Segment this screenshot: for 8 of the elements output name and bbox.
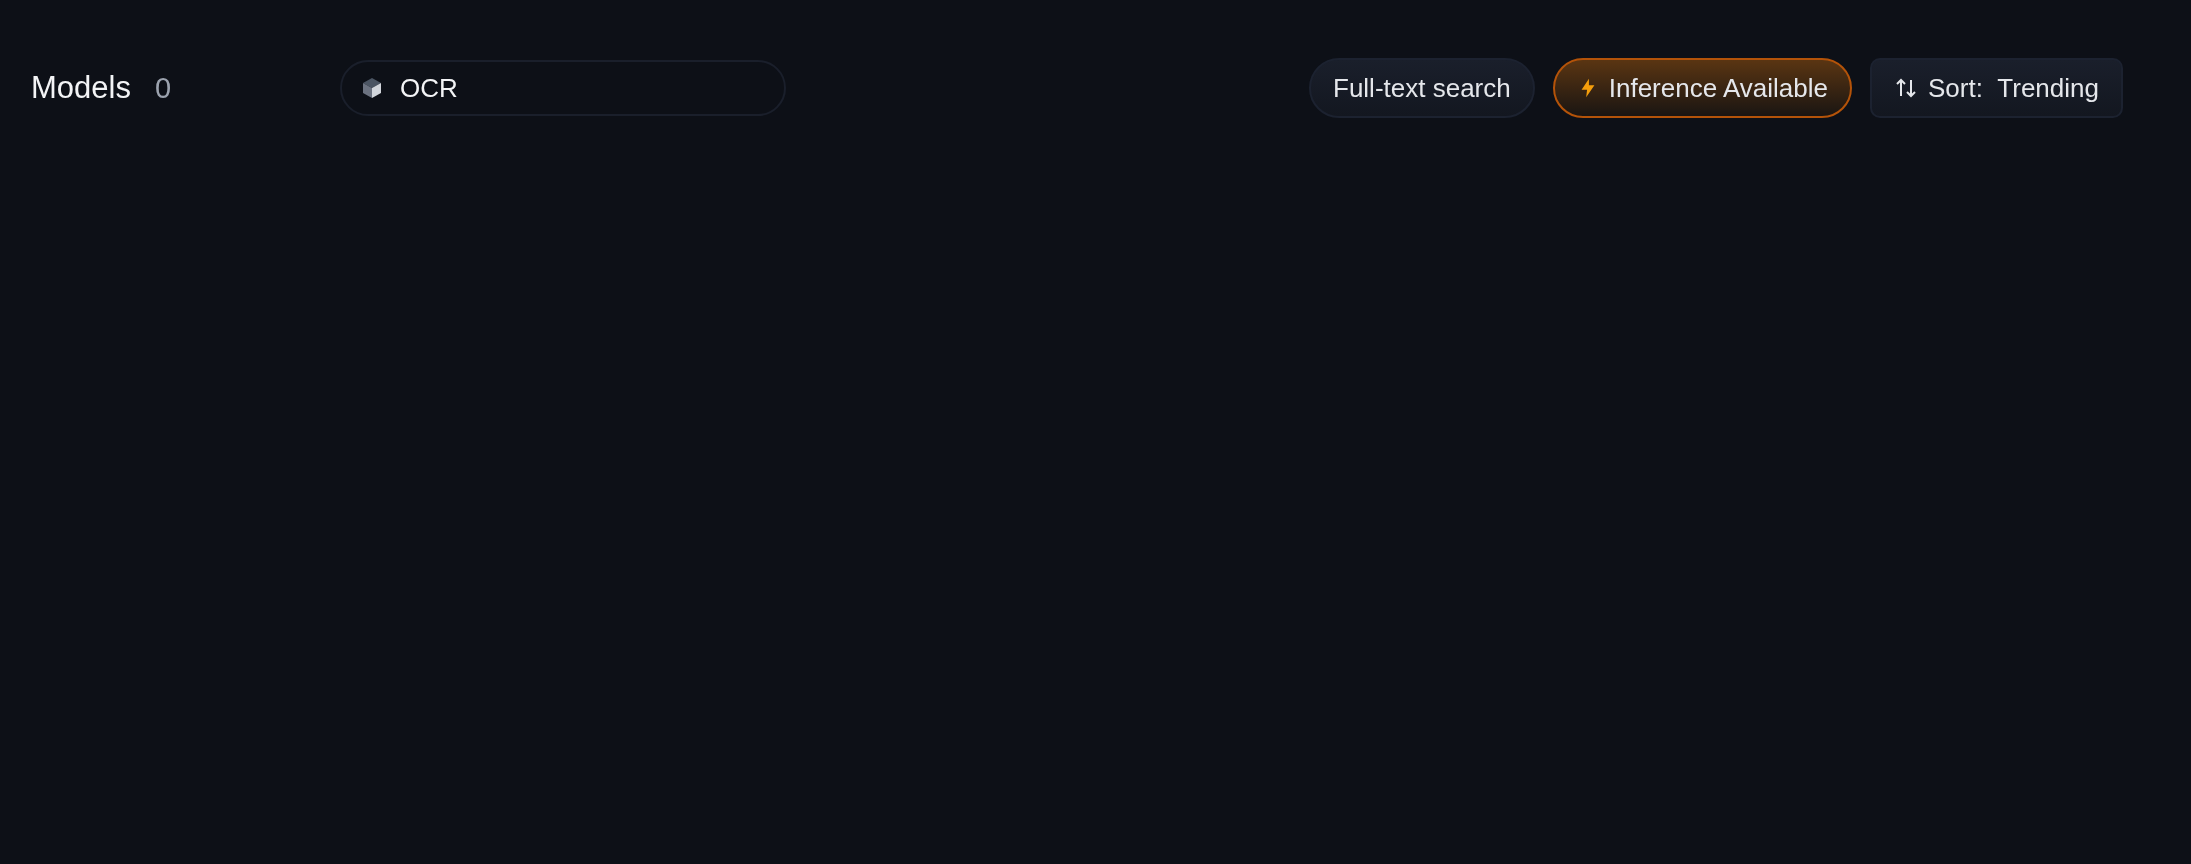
page-title: Models [31,70,131,106]
model-count: 0 [154,72,172,105]
full-text-search-button[interactable]: Full-text search [1309,58,1535,118]
sort-icon [1894,76,1918,100]
sort-button[interactable]: Sort: Trending [1870,58,2123,118]
cube-icon [360,76,384,100]
filter-field[interactable]: OCR [340,60,786,116]
inference-toggle[interactable]: Inference Available [1552,58,1852,118]
